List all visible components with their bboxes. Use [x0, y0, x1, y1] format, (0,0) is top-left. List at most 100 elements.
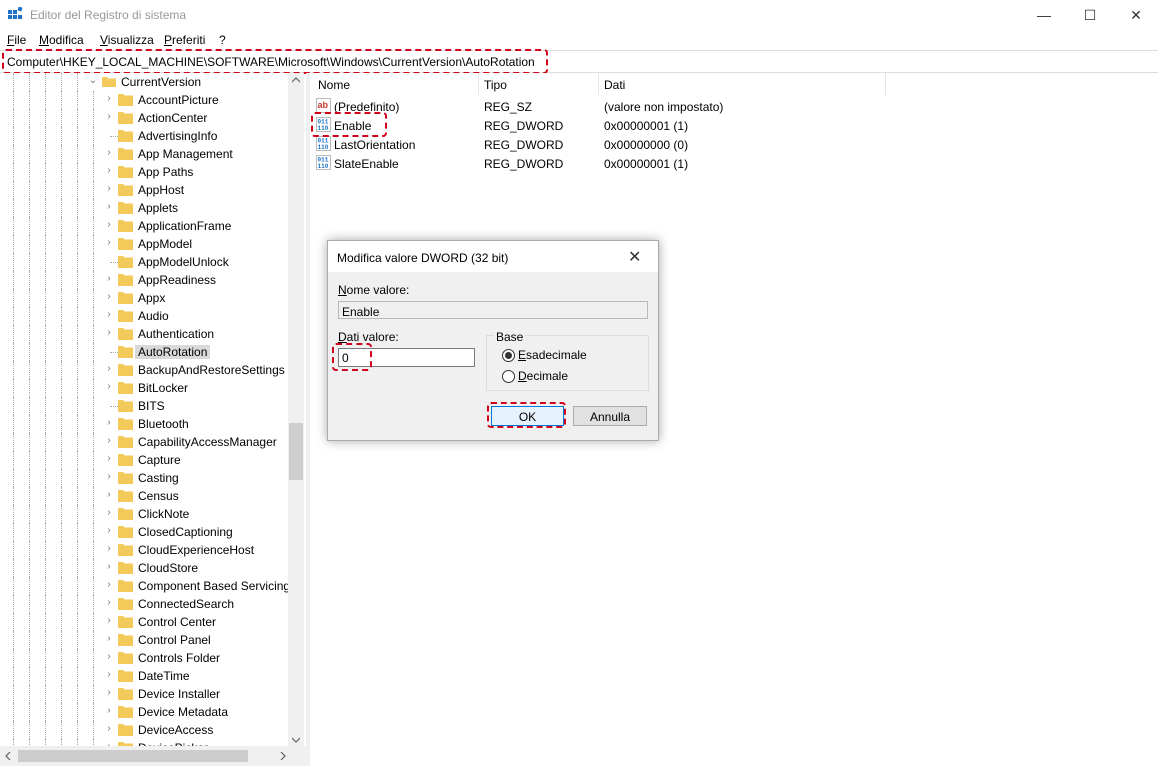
tree-item[interactable]: › Control Center: [0, 613, 288, 631]
minimize-button[interactable]: —: [1021, 0, 1067, 30]
chevron-right-icon[interactable]: ›: [104, 328, 114, 338]
chevron-right-icon[interactable]: ›: [104, 580, 114, 590]
tree-item[interactable]: › ClosedCaptioning: [0, 523, 288, 541]
tree-item[interactable]: › Census: [0, 487, 288, 505]
tree-item[interactable]: AutoRotation: [0, 343, 288, 361]
tree-item[interactable]: › Appx: [0, 289, 288, 307]
tree-item[interactable]: › ApplicationFrame: [0, 217, 288, 235]
value-row[interactable]: 011 110 Enable REG_DWORD 0x00000001 (1): [311, 116, 1160, 135]
column-header-name[interactable]: Nome: [318, 78, 350, 92]
tree-pane[interactable]: ⌄ CurrentVersion › AccountPicture › ActionC…: [0, 73, 288, 746]
chevron-right-icon[interactable]: [280, 752, 286, 760]
close-button[interactable]: ✕: [1113, 0, 1159, 30]
tree-vertical-scrollbar[interactable]: [288, 73, 304, 746]
column-header-data[interactable]: Dati: [604, 78, 625, 92]
chevron-right-icon[interactable]: ›: [104, 598, 114, 608]
chevron-right-icon[interactable]: ›: [104, 148, 114, 158]
chevron-right-icon[interactable]: ›: [104, 616, 114, 626]
tree-item[interactable]: › ClickNote: [0, 505, 288, 523]
tree-item[interactable]: › Authentication: [0, 325, 288, 343]
chevron-right-icon[interactable]: ›: [104, 274, 114, 284]
tree-item[interactable]: › DateTime: [0, 667, 288, 685]
chevron-up-icon[interactable]: [292, 77, 300, 83]
cancel-button[interactable]: Annulla: [573, 406, 647, 426]
chevron-right-icon[interactable]: ›: [104, 544, 114, 554]
chevron-right-icon[interactable]: ›: [104, 220, 114, 230]
chevron-right-icon[interactable]: ›: [104, 652, 114, 662]
menu-help[interactable]: ?: [219, 33, 226, 47]
tree-item[interactable]: › App Paths: [0, 163, 288, 181]
tree-item[interactable]: › Device Metadata: [0, 703, 288, 721]
tree-item[interactable]: › DeviceAccess: [0, 721, 288, 739]
tree-item[interactable]: › AppReadiness: [0, 271, 288, 289]
value-row[interactable]: 011 110 LastOrientation REG_DWORD 0x0000…: [311, 135, 1160, 154]
address-bar[interactable]: Computer\HKEY_LOCAL_MACHINE\SOFTWARE\Mic…: [0, 50, 1158, 73]
tree-item[interactable]: › AppHost: [0, 181, 288, 199]
tree-item[interactable]: › Controls Folder: [0, 649, 288, 667]
chevron-right-icon[interactable]: ›: [104, 292, 114, 302]
tree-item[interactable]: › CapabilityAccessManager: [0, 433, 288, 451]
chevron-down-icon[interactable]: [292, 737, 300, 743]
tree-item[interactable]: › ActionCenter: [0, 109, 288, 127]
tree-item[interactable]: › BitLocker: [0, 379, 288, 397]
chevron-right-icon[interactable]: ›: [104, 238, 114, 248]
chevron-right-icon[interactable]: ›: [104, 310, 114, 320]
tree-item[interactable]: › App Management: [0, 145, 288, 163]
pane-splitter[interactable]: [306, 73, 310, 766]
tree-horizontal-scrollbar[interactable]: [0, 746, 306, 766]
column-header-type[interactable]: Tipo: [484, 78, 507, 92]
chevron-right-icon[interactable]: ›: [104, 562, 114, 572]
column-separator[interactable]: [885, 73, 886, 95]
tree-item[interactable]: › ConnectedSearch: [0, 595, 288, 613]
radio-decimal-label[interactable]: Decimale: [518, 369, 568, 383]
tree-item[interactable]: › Device Installer: [0, 685, 288, 703]
chevron-right-icon[interactable]: ›: [104, 526, 114, 536]
column-separator[interactable]: [598, 73, 599, 95]
tree-item[interactable]: › Applets: [0, 199, 288, 217]
chevron-right-icon[interactable]: ›: [104, 184, 114, 194]
address-path[interactable]: Computer\HKEY_LOCAL_MACHINE\SOFTWARE\Mic…: [7, 55, 535, 69]
radio-hexadecimal[interactable]: [502, 349, 515, 362]
chevron-right-icon[interactable]: ›: [104, 688, 114, 698]
scrollbar-thumb[interactable]: [18, 750, 248, 762]
chevron-right-icon[interactable]: ›: [104, 94, 114, 104]
chevron-right-icon[interactable]: ›: [104, 382, 114, 392]
chevron-right-icon[interactable]: ›: [104, 454, 114, 464]
menu-preferiti[interactable]: Preferiti: [164, 33, 205, 47]
chevron-right-icon[interactable]: ›: [104, 112, 114, 122]
column-separator[interactable]: [478, 73, 479, 95]
menu-visualizza[interactable]: Visualizza: [100, 33, 154, 47]
scrollbar-thumb[interactable]: [289, 423, 303, 480]
tree-item[interactable]: BITS: [0, 397, 288, 415]
chevron-right-icon[interactable]: ›: [104, 436, 114, 446]
dialog-close-button[interactable]: ✕: [628, 247, 641, 267]
tree-item[interactable]: › AccountPicture: [0, 91, 288, 109]
chevron-down-icon[interactable]: ⌄: [88, 76, 98, 86]
radio-hexadecimal-label[interactable]: Esadecimale: [518, 348, 587, 362]
tree-item[interactable]: › CloudStore: [0, 559, 288, 577]
tree-item[interactable]: › Casting: [0, 469, 288, 487]
value-row[interactable]: ab (Predefinito) REG_SZ (valore non impo…: [311, 97, 1160, 116]
chevron-right-icon[interactable]: ›: [104, 166, 114, 176]
tree-item[interactable]: › AppModel: [0, 235, 288, 253]
tree-item-parent[interactable]: ⌄ CurrentVersion: [0, 73, 288, 91]
tree-item[interactable]: › Bluetooth: [0, 415, 288, 433]
value-row[interactable]: 011 110 SlateEnable REG_DWORD 0x00000001…: [311, 154, 1160, 173]
value-data-input[interactable]: [338, 348, 475, 367]
tree-item[interactable]: AdvertisingInfo: [0, 127, 288, 145]
tree-item[interactable]: › Audio: [0, 307, 288, 325]
chevron-right-icon[interactable]: ›: [104, 670, 114, 680]
menu-file[interactable]: File: [7, 33, 26, 47]
chevron-right-icon[interactable]: ›: [104, 202, 114, 212]
tree-item[interactable]: › Component Based Servicing: [0, 577, 288, 595]
maximize-button[interactable]: ☐: [1067, 0, 1113, 30]
tree-item[interactable]: › Capture: [0, 451, 288, 469]
tree-item[interactable]: ›DevicePicker: [0, 739, 288, 746]
radio-decimal[interactable]: [502, 370, 515, 383]
tree-item[interactable]: › BackupAndRestoreSettings: [0, 361, 288, 379]
tree-item[interactable]: › Control Panel: [0, 631, 288, 649]
chevron-right-icon[interactable]: ›: [104, 508, 114, 518]
chevron-right-icon[interactable]: ›: [104, 490, 114, 500]
menu-modifica[interactable]: Modifica: [39, 33, 84, 47]
chevron-right-icon[interactable]: ›: [104, 724, 114, 734]
